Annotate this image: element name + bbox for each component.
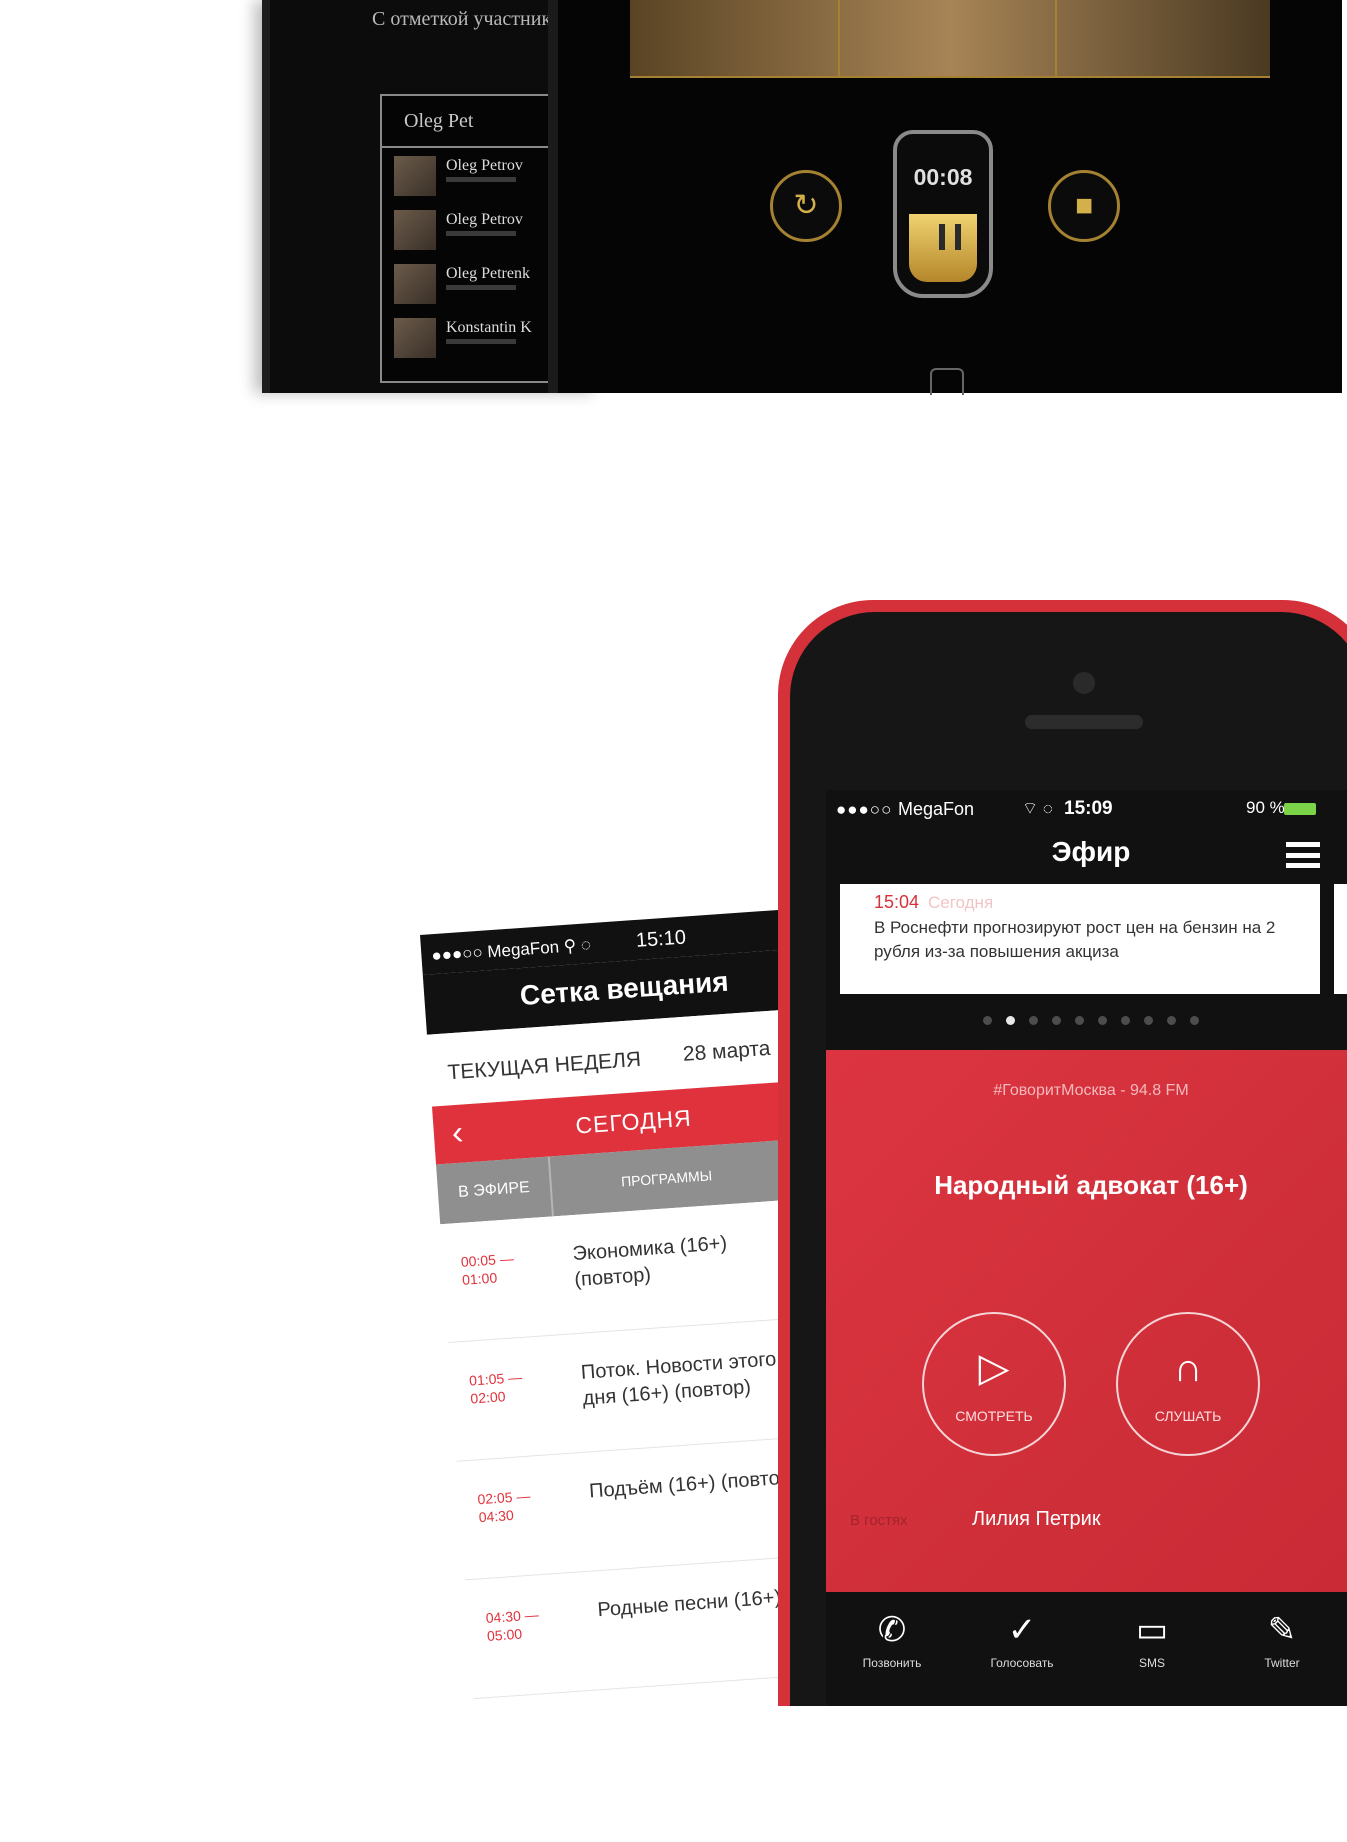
watch-button[interactable]: ▷ СМОТРЕТЬ <box>922 1312 1066 1456</box>
phone-bezel: ●●●○○ MegaFon ⌔ ◌ 15:09 90 % Эфир 15:04 … <box>790 612 1347 1706</box>
watch-label: СМОТРЕТЬ <box>955 1408 1033 1424</box>
pause-button[interactable] <box>909 214 977 282</box>
news-card[interactable]: 15:04 Сегодня В Роснефти прогнозируют ро… <box>840 884 1320 994</box>
headphones-icon: ∩ <box>1173 1346 1203 1390</box>
user-subtitle <box>446 231 516 236</box>
tab-label: Голосовать <box>990 1656 1054 1670</box>
date-label[interactable]: 28 марта <box>682 1037 771 1067</box>
record-timer[interactable]: 00:08 <box>893 130 993 298</box>
stop-icon: ■ <box>1074 189 1094 222</box>
status-time: 15:09 <box>1064 798 1113 819</box>
row-time: 00:05 — 01:00 <box>460 1250 515 1288</box>
tab-label: SMS <box>1138 1656 1165 1670</box>
next-news-card[interactable] <box>1334 884 1347 994</box>
news-text: В Роснефти прогнозируют рост цен на бенз… <box>874 918 1276 961</box>
week-label[interactable]: ТЕКУЩАЯ НЕДЕЛЯ <box>447 1048 642 1085</box>
battery-level: 90 % <box>1246 798 1285 817</box>
main-phone: ●●●○○ MegaFon ⌔ ◌ 15:09 90 % Эфир 15:04 … <box>778 600 1347 1706</box>
user-subtitle <box>446 339 516 344</box>
listen-label: СЛУШАТЬ <box>1154 1408 1222 1424</box>
avatar <box>394 264 436 304</box>
user-name: Konstantin K <box>446 319 532 336</box>
user-subtitle <box>446 285 516 290</box>
page-dot[interactable] <box>1190 1016 1199 1025</box>
live-screen: ●●●○○ MegaFon ⌔ ◌ 15:09 90 % Эфир 15:04 … <box>826 790 1347 1706</box>
page-dot[interactable] <box>1075 1016 1084 1025</box>
guest-name: Лилия Петрик <box>972 1508 1101 1530</box>
refresh-icon: ↻ <box>793 189 819 222</box>
top-showcase: С отметкой участник Oleg Pet Oleg Petrov… <box>0 0 1347 395</box>
battery-icon <box>1284 803 1316 815</box>
status-time: 15:10 <box>635 926 687 952</box>
event-subtitle: С отметкой участник <box>372 8 552 30</box>
tab-bar: ✆ Позвонить ✓ Голосовать ▭ SMS ✎ Twitter <box>826 1592 1347 1706</box>
preview-divider <box>838 0 840 76</box>
user-name: Oleg Petrov <box>446 211 523 228</box>
tab-sms[interactable]: ▭ SMS <box>1092 1610 1212 1670</box>
camera-icon <box>1073 672 1095 694</box>
recorder-app-device: ↻ 00:08 ■ <box>548 0 1342 395</box>
home-button[interactable] <box>930 368 964 395</box>
speaker-grille <box>1025 715 1143 729</box>
pause-icon <box>939 224 961 250</box>
timer-display: 00:08 <box>913 164 973 190</box>
phone-icon: ✆ <box>877 1611 907 1649</box>
page-dot[interactable] <box>1052 1016 1061 1025</box>
page-title: Эфир <box>1051 836 1131 867</box>
user-name: Oleg Petrenk <box>446 265 530 282</box>
page-dot[interactable] <box>1167 1016 1176 1025</box>
page-dot[interactable] <box>1144 1016 1153 1025</box>
avatar <box>394 156 436 196</box>
recorder-controls: ↻ 00:08 ■ <box>558 110 1342 310</box>
row-time: 02:05 — 04:30 <box>476 1487 531 1526</box>
play-icon: ▷ <box>978 1346 1010 1390</box>
avatar <box>394 318 436 358</box>
twitter-icon: ✎ <box>1267 1611 1297 1649</box>
avatar <box>394 210 436 250</box>
row-time: 04:30 — 05:00 <box>485 1606 540 1645</box>
user-subtitle <box>446 177 516 182</box>
row-time: 01:05 — 02:00 <box>468 1368 523 1407</box>
user-name: Oleg Petrov <box>446 157 523 174</box>
news-time: 15:04 <box>874 892 920 912</box>
page-indicator[interactable] <box>826 1012 1347 1032</box>
carrier-label: MegaFon <box>898 799 975 819</box>
preview-divider <box>1055 0 1057 76</box>
nav-bar: Эфир <box>826 826 1347 886</box>
status-bar: ●●●○○ MegaFon ⌔ ◌ 15:09 90 % <box>826 790 1347 824</box>
page-dot[interactable] <box>1029 1016 1038 1025</box>
day-label: СЕГОДНЯ <box>574 1104 693 1139</box>
listen-button[interactable]: ∩ СЛУШАТЬ <box>1116 1312 1260 1456</box>
page-dot[interactable] <box>1006 1016 1015 1025</box>
column-on-air[interactable]: В ЭФИРЕ <box>436 1156 554 1225</box>
chevron-left-icon[interactable]: ‹ <box>450 1104 466 1161</box>
check-circle-icon: ✓ <box>1007 1611 1037 1649</box>
row-program: Экономика (16+) (повтор) <box>571 1232 728 1292</box>
signal-icon: ●●●○○ <box>836 800 893 819</box>
guest-label: В гостях <box>850 1512 908 1529</box>
tab-call[interactable]: ✆ Позвонить <box>832 1610 952 1670</box>
tab-twitter[interactable]: ✎ Twitter <box>1222 1610 1342 1670</box>
tab-label: Twitter <box>1264 1656 1300 1670</box>
carrier-label: ●●●○○ MegaFon ⚲ ◌ <box>430 935 592 966</box>
message-icon: ▭ <box>1135 1611 1169 1649</box>
page-dot[interactable] <box>983 1016 992 1025</box>
tab-label: Позвонить <box>862 1656 922 1670</box>
page-dot[interactable] <box>1121 1016 1130 1025</box>
wifi-icon: ⌔ ◌ <box>1022 799 1053 818</box>
tab-vote[interactable]: ✓ Голосовать <box>962 1610 1082 1670</box>
video-preview <box>630 0 1270 78</box>
news-day: Сегодня <box>928 893 994 912</box>
current-program: Народный адвокат (16+) <box>934 1170 1248 1200</box>
live-panel: #ГоворитМосква - 94.8 FM Народный адвока… <box>826 1050 1347 1592</box>
stop-button[interactable]: ■ <box>1048 170 1120 242</box>
station-label: #ГоворитМосква - 94.8 FM <box>993 1082 1189 1099</box>
menu-icon[interactable] <box>1286 842 1320 868</box>
refresh-button[interactable]: ↻ <box>770 170 842 242</box>
page-dot[interactable] <box>1098 1016 1107 1025</box>
